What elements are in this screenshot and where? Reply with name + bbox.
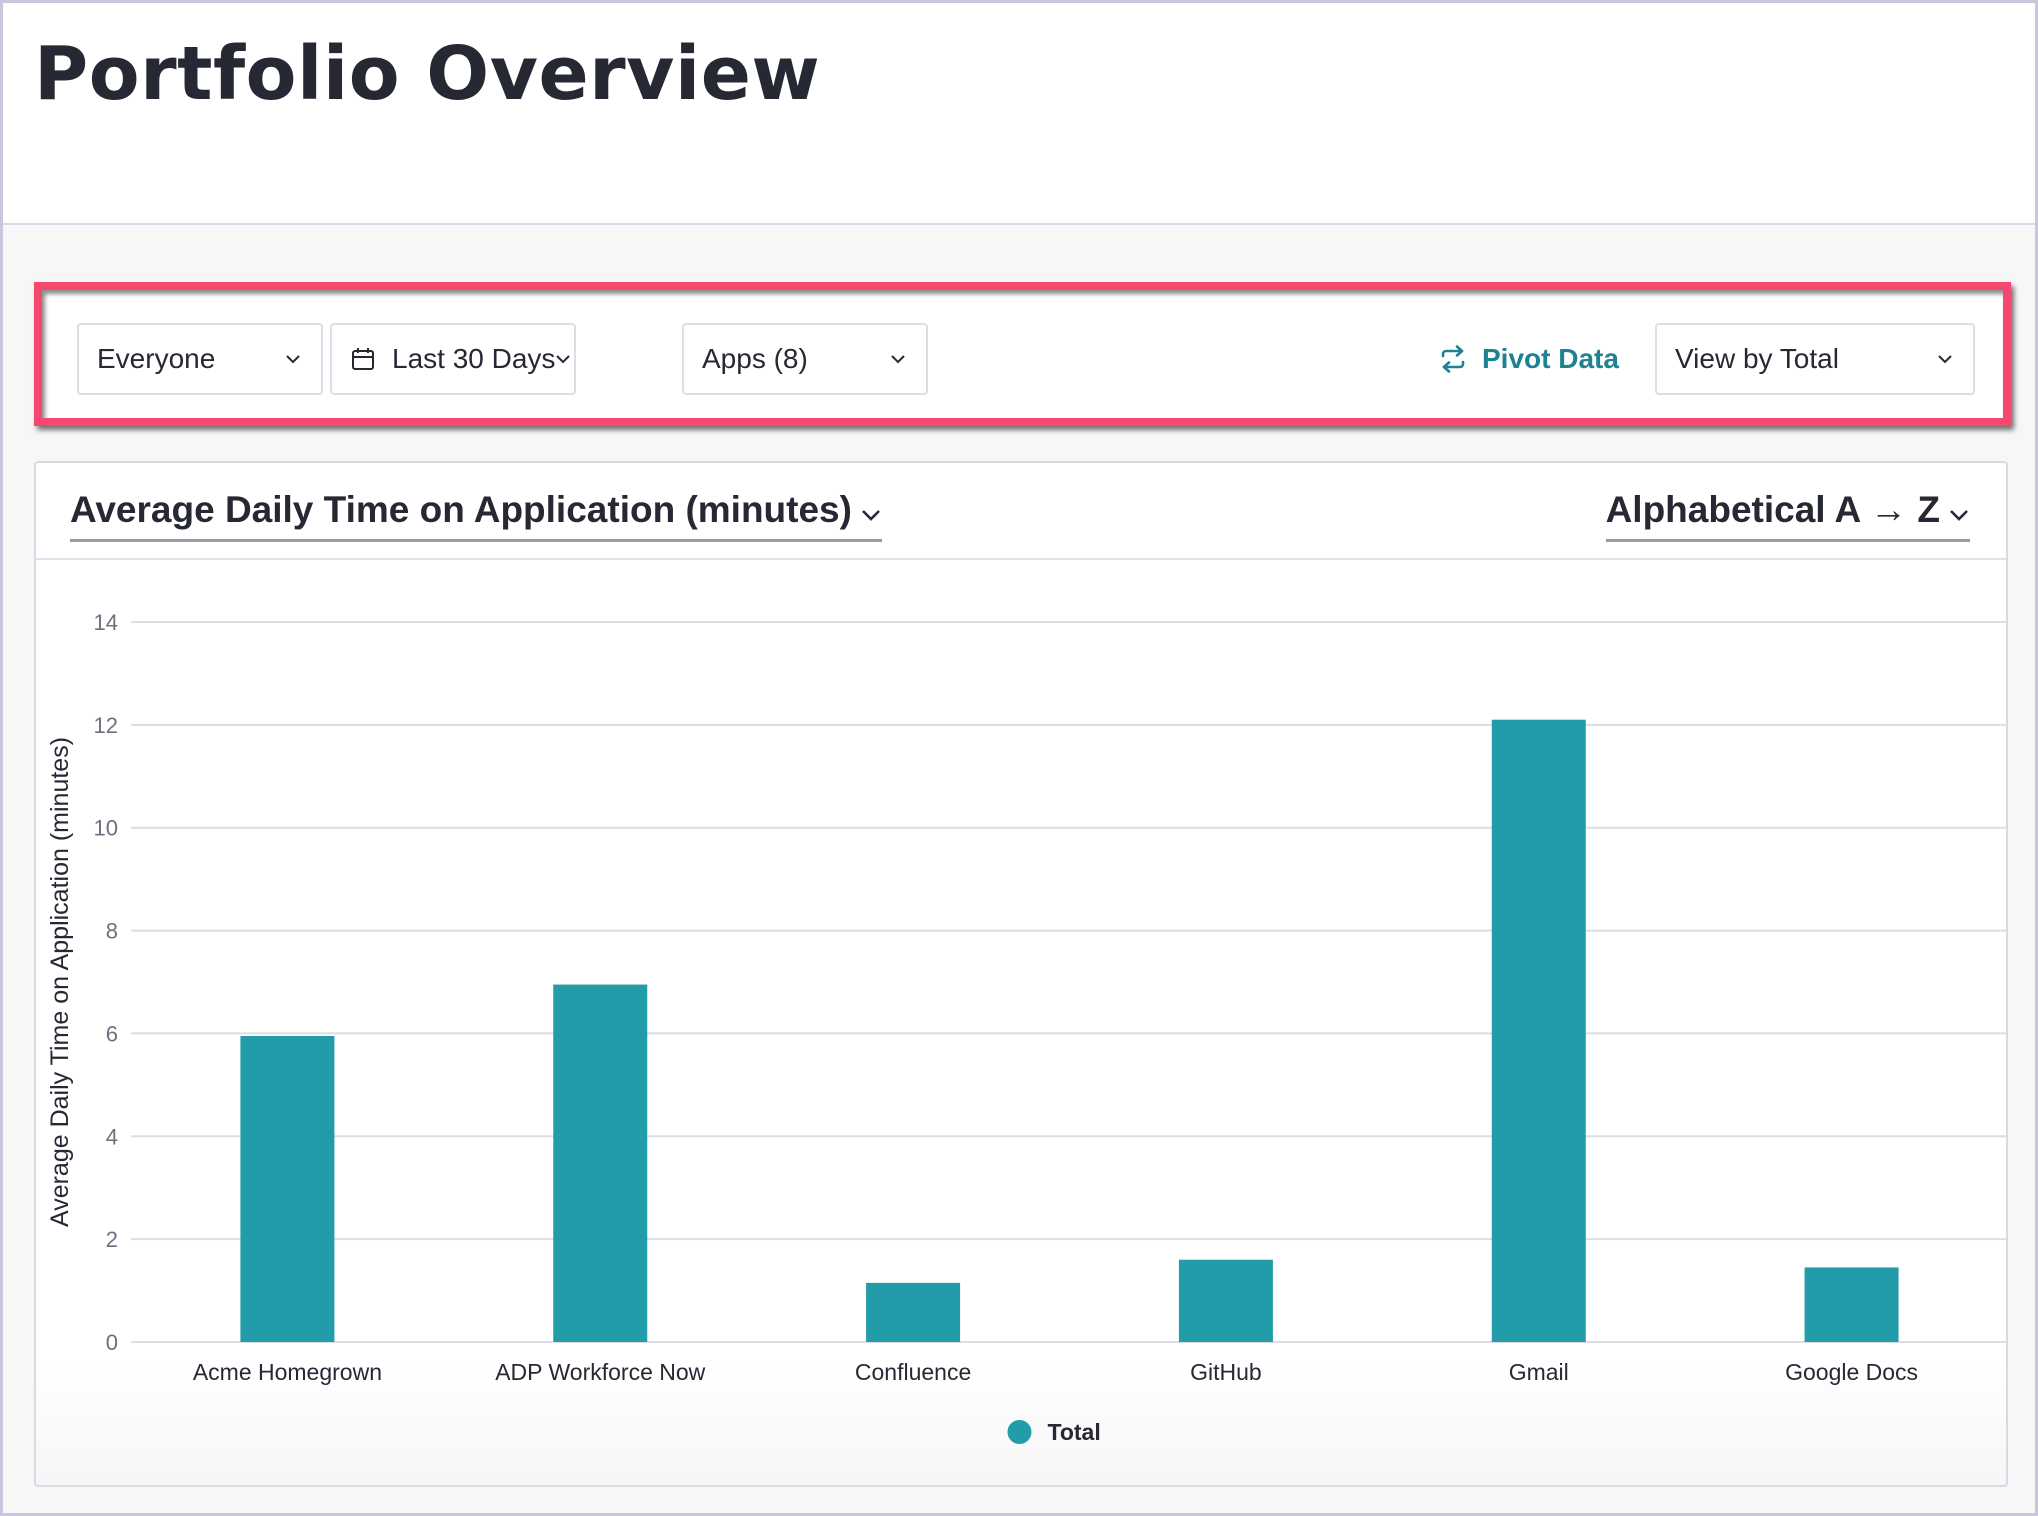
y-axis-title: Average Daily Time on Application (minut… <box>46 737 74 1227</box>
chevron-down-icon <box>283 349 303 369</box>
x-tick-label: ADP Workforce Now <box>495 1359 705 1385</box>
bars <box>240 719 1899 1342</box>
audience-dropdown[interactable]: Everyone <box>77 323 323 395</box>
x-tick-label: Confluence <box>855 1359 971 1385</box>
legend: Total <box>1007 1419 1101 1445</box>
apps-dropdown-value: Apps (8) <box>702 343 808 374</box>
y-tick-label: 0 <box>106 1330 118 1355</box>
x-tick-label: GitHub <box>1190 1359 1262 1385</box>
x-tick-label: Acme Homegrown <box>193 1359 382 1385</box>
view-by-value: View by Total <box>1675 343 1839 374</box>
page-title: Portfolio Overview <box>34 31 821 117</box>
y-tick-label: 2 <box>106 1227 118 1252</box>
page-header: Portfolio Overview <box>3 3 2035 225</box>
view-by-dropdown[interactable]: View by Total <box>1655 323 1975 395</box>
chevron-down-icon <box>1935 349 1955 369</box>
date-range-value: Last 30 Days <box>392 343 556 374</box>
filter-bar: Everyone Last 30 Days Apps (8) Pivot Dat… <box>34 282 2011 426</box>
apps-dropdown[interactable]: Apps (8) <box>682 323 928 395</box>
bar-github[interactable] <box>1178 1259 1273 1342</box>
bar-chart: 0 2 4 6 8 10 12 14 Average Daily Time on Applic… <box>46 610 2006 1445</box>
y-tick-label: 6 <box>106 1021 118 1046</box>
calendar-icon <box>350 346 376 372</box>
gridlines <box>131 621 2006 1343</box>
legend-label-total: Total <box>1048 1419 1101 1445</box>
x-tick-label: Google Docs <box>1785 1359 1918 1385</box>
x-axis-labels: Acme Homegrown ADP Workforce Now Confluenc… <box>193 1359 1918 1385</box>
legend-swatch-total <box>1007 1420 1032 1444</box>
chevron-down-icon <box>555 349 571 369</box>
bar-gmail[interactable] <box>1491 719 1586 1342</box>
y-tick-label: 4 <box>106 1124 118 1149</box>
y-axis-ticks: 0 2 4 6 8 10 12 14 <box>94 610 118 1355</box>
bar-acme-homegrown[interactable] <box>240 1036 335 1342</box>
y-tick-label: 8 <box>106 919 118 944</box>
bar-adp-workforce-now[interactable] <box>553 984 648 1342</box>
chevron-down-icon <box>888 349 908 369</box>
y-tick-label: 14 <box>94 610 118 635</box>
chart-card: Average Daily Time on Application (minut… <box>34 461 2008 1487</box>
audience-dropdown-value: Everyone <box>97 343 216 374</box>
y-tick-label: 10 <box>94 816 118 841</box>
y-tick-label: 12 <box>94 713 118 738</box>
x-tick-label: Gmail <box>1509 1359 1569 1385</box>
bar-google-docs[interactable] <box>1804 1267 1899 1342</box>
date-range-dropdown[interactable]: Last 30 Days <box>330 323 576 395</box>
pivot-data-button[interactable]: Pivot Data <box>1438 323 1619 395</box>
arrows-swap-icon <box>1438 344 1468 374</box>
pivot-data-label: Pivot Data <box>1482 343 1619 374</box>
bar-confluence[interactable] <box>866 1282 961 1342</box>
